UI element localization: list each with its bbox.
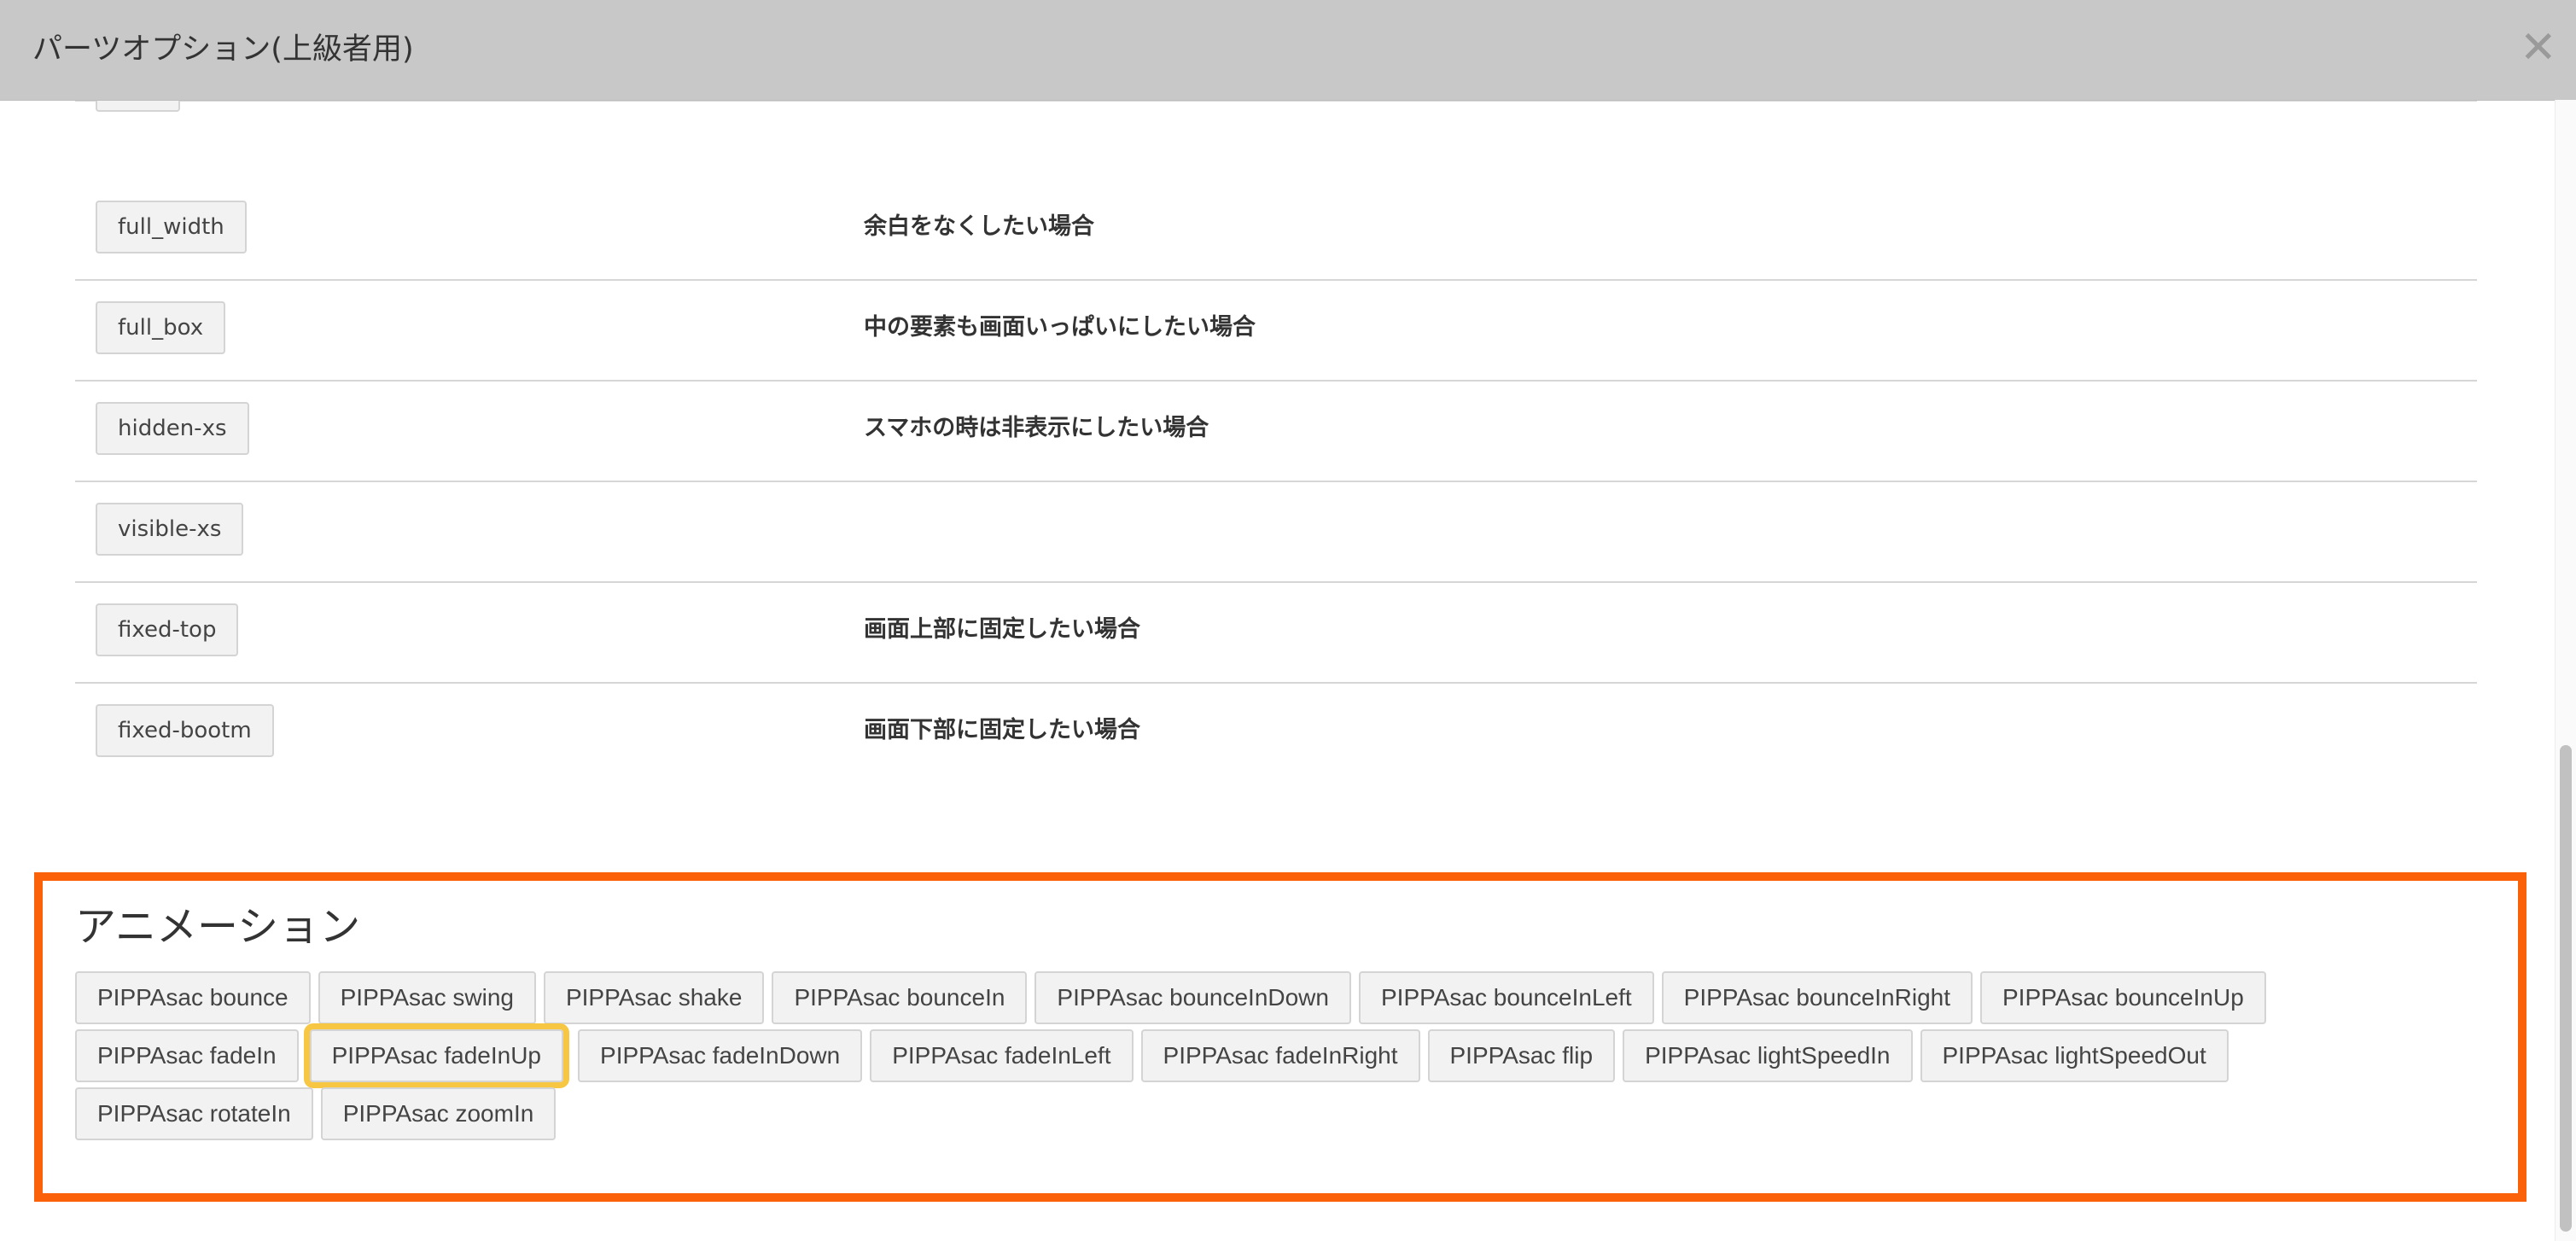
animation-button-rotatein[interactable]: PIPPAsac rotateIn — [75, 1087, 313, 1140]
animation-button-lightspeedout[interactable]: PIPPAsac lightSpeedOut — [1920, 1029, 2229, 1082]
option-description: 画面下部に固定したい場合 — [864, 717, 1140, 743]
option-code-button[interactable]: fixed-bootm — [96, 704, 274, 757]
animation-button-zoomin[interactable]: PIPPAsac zoomIn — [320, 1087, 557, 1140]
animation-button-bounceinup[interactable]: PIPPAsac bounceInUp — [1980, 971, 2266, 1024]
option-description: 画面上部に固定したい場合 — [864, 616, 1140, 643]
animation-button-fadeinup[interactable]: PIPPAsac fadeInUp — [303, 1023, 570, 1088]
animation-button-lightspeedin[interactable]: PIPPAsac lightSpeedIn — [1623, 1029, 1913, 1082]
dialog-body: row カラムのfloatを解除する full_width 余白をなくしたい場合… — [0, 0, 2576, 1241]
animation-button-shake[interactable]: PIPPAsac shake — [543, 971, 765, 1024]
table-row: visible-xs — [75, 481, 2477, 583]
close-icon[interactable]: ✕ — [2520, 22, 2557, 73]
animation-button-bouncein[interactable]: PIPPAsac bounceIn — [772, 971, 1028, 1024]
animation-button-flip[interactable]: PIPPAsac flip — [1427, 1029, 1616, 1082]
table-row: fixed-top 画面上部に固定したい場合 — [75, 581, 2477, 684]
option-description: 余白をなくしたい場合 — [864, 213, 1094, 240]
animation-section: アニメーション PIPPAsac bounce PIPPAsac swing P… — [34, 872, 2526, 1202]
option-code-button[interactable]: full_box — [96, 301, 226, 354]
option-code-button[interactable]: full_width — [96, 201, 247, 253]
table-row: full_box 中の要素も画面いっぱいにしたい場合 — [75, 279, 2477, 382]
animation-button-fadein[interactable]: PIPPAsac fadeIn — [75, 1029, 299, 1082]
animation-button-bounce[interactable]: PIPPAsac bounce — [75, 971, 311, 1024]
animation-button-swing[interactable]: PIPPAsac swing — [318, 971, 536, 1024]
option-description: スマホの時は非表示にしたい場合 — [864, 415, 1209, 441]
dialog-title: パーツオプション(上級者用) — [32, 32, 414, 67]
animation-button-fadeinright[interactable]: PIPPAsac fadeInRight — [1140, 1029, 1420, 1082]
scrollbar-thumb[interactable] — [2560, 745, 2572, 1232]
table-row: full_width 余白をなくしたい場合 — [75, 178, 2477, 281]
animation-button-bounceinleft[interactable]: PIPPAsac bounceInLeft — [1358, 971, 1654, 1024]
animation-section-title: アニメーション — [75, 903, 361, 951]
dialog-header: パーツオプション(上級者用) ✕ — [0, 0, 2576, 101]
animation-button-fadeindown[interactable]: PIPPAsac fadeInDown — [578, 1029, 863, 1082]
animation-button-bounceinright[interactable]: PIPPAsac bounceInRight — [1661, 971, 1973, 1024]
option-description: 中の要素も画面いっぱいにしたい場合 — [864, 314, 1256, 341]
scrollbar[interactable] — [2555, 100, 2576, 1241]
animation-button-bounceindown[interactable]: PIPPAsac bounceInDown — [1034, 971, 1351, 1024]
animation-button-fadeinleft[interactable]: PIPPAsac fadeInLeft — [870, 1029, 1134, 1082]
animation-button-group: PIPPAsac bounce PIPPAsac swing PIPPAsac … — [75, 971, 2465, 1145]
option-code-button[interactable]: visible-xs — [96, 503, 244, 556]
option-code-button[interactable]: fixed-top — [96, 603, 239, 656]
table-row: fixed-bootm 画面下部に固定したい場合 — [75, 682, 2477, 783]
option-code-button[interactable]: hidden-xs — [96, 402, 249, 455]
table-row: hidden-xs スマホの時は非表示にしたい場合 — [75, 380, 2477, 482]
